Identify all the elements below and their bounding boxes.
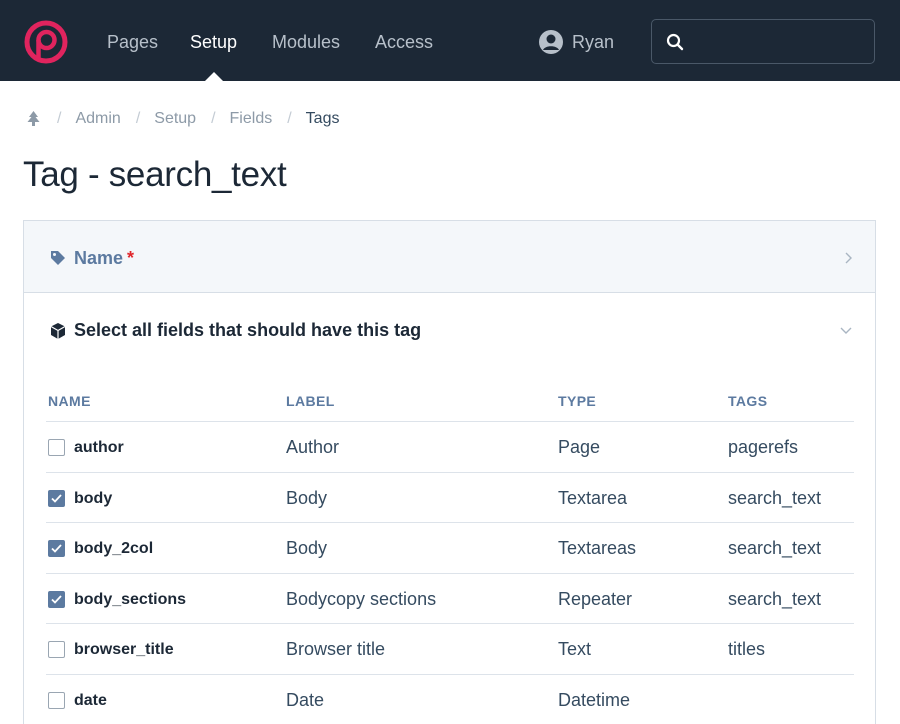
table-row: date Date Datetime	[46, 675, 854, 724]
field-name[interactable]: body	[74, 490, 112, 508]
column-header-label[interactable]: LABEL	[286, 393, 335, 409]
field-type: Textarea	[558, 487, 628, 508]
row-checkbox[interactable]	[48, 540, 65, 557]
name-section-title: Name *	[74, 248, 134, 269]
breadcrumb-setup[interactable]: Setup	[154, 110, 196, 128]
breadcrumb-admin[interactable]: Admin	[75, 110, 120, 128]
field-label: Body	[286, 538, 328, 558]
field-label: Date	[286, 689, 325, 710]
required-mark: *	[127, 248, 135, 268]
table-header-row: NAME LABEL TYPE TAGS	[46, 381, 854, 422]
breadcrumb-fields[interactable]: Fields	[230, 110, 273, 128]
field-name[interactable]: body_2col	[74, 540, 153, 558]
row-checkbox[interactable]	[48, 439, 65, 456]
row-checkbox[interactable]	[48, 489, 65, 507]
field-label: Body	[286, 487, 328, 508]
search-box[interactable]	[651, 19, 875, 64]
breadcrumb-separator: /	[287, 110, 292, 127]
column-header-type[interactable]: TYPE	[558, 393, 596, 409]
field-label: Author	[286, 437, 340, 457]
checkmark-icon	[51, 544, 62, 553]
row-checkbox[interactable]	[48, 590, 65, 608]
column-header-name[interactable]: NAME	[48, 393, 91, 409]
field-name[interactable]: body_sections	[74, 591, 186, 609]
field-tags: search_text	[728, 588, 822, 609]
chevron-right-icon	[845, 252, 852, 264]
page-title: Tag - search_text	[23, 155, 287, 194]
top-navigation-bar: Pages Setup Modules Access Ryan	[0, 0, 900, 81]
chevron-down-icon[interactable]	[839, 326, 853, 335]
field-tags: search_text	[728, 487, 822, 508]
user-avatar-icon	[539, 30, 563, 54]
field-type: Textareas	[558, 538, 637, 558]
field-name[interactable]: author	[74, 439, 124, 457]
field-label: Browser title	[286, 639, 386, 659]
user-menu[interactable]: Ryan	[538, 29, 614, 55]
breadcrumb-current: Tags	[305, 110, 340, 127]
breadcrumb-separator: /	[211, 110, 216, 127]
field-tags: search_text	[728, 538, 822, 558]
checkmark-icon	[51, 493, 62, 503]
breadcrumb: / Admin / Setup / Fields / Tags	[25, 108, 339, 130]
name-section-header[interactable]: Name *	[24, 221, 875, 293]
field-name[interactable]: date	[74, 692, 107, 710]
active-nav-indicator	[205, 72, 223, 81]
field-name[interactable]: browser_title	[74, 641, 174, 659]
table-row: body Body Textarea search_text	[46, 473, 854, 523]
nav-item-setup[interactable]: Setup	[190, 31, 237, 53]
field-type: Repeater	[558, 588, 633, 609]
field-tags: pagerefs	[728, 437, 799, 457]
row-checkbox[interactable]	[48, 641, 65, 658]
search-input[interactable]	[696, 28, 866, 56]
row-checkbox[interactable]	[48, 691, 65, 709]
tag-icon	[51, 251, 65, 265]
fields-section-title[interactable]: Select all fields that should have this …	[74, 320, 421, 341]
field-type: Datetime	[558, 689, 631, 710]
table-row: body_sections Bodycopy sections Repeater se…	[46, 574, 854, 624]
processwire-logo-icon[interactable]	[24, 20, 68, 64]
fields-table: NAME LABEL TYPE TAGS author Author Page pag…	[46, 381, 854, 724]
table-row: author Author Page pagerefs	[46, 422, 854, 473]
nav-item-modules[interactable]: Modules	[272, 31, 340, 53]
breadcrumb-separator: /	[57, 110, 62, 127]
table-body: author Author Page pagerefs body Body Textarea…	[46, 422, 854, 724]
user-name: Ryan	[572, 31, 615, 52]
breadcrumb-separator: /	[135, 110, 141, 127]
field-tags: titles	[728, 639, 766, 659]
field-type: Text	[558, 639, 592, 659]
column-header-tags[interactable]: TAGS	[728, 393, 767, 409]
edit-form-panel: Name * Select all fields that should have…	[23, 220, 876, 724]
nav-item-pages[interactable]: Pages	[107, 31, 158, 53]
table-row: body_2col Body Textareas search_text	[46, 523, 854, 574]
name-section-label: Name	[74, 248, 124, 268]
table-row: browser_title Browser title Text titles	[46, 624, 854, 675]
field-label: Bodycopy sections	[286, 588, 437, 609]
home-tree-icon[interactable]	[25, 110, 42, 128]
nav-item-access[interactable]: Access	[375, 31, 433, 53]
cube-icon	[50, 323, 66, 339]
search-icon	[666, 33, 684, 51]
field-type: Page	[558, 437, 601, 457]
checkmark-icon	[51, 594, 62, 604]
